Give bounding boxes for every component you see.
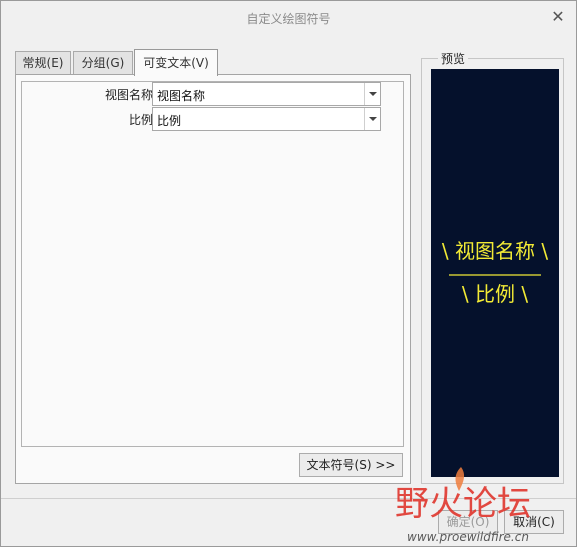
custom-drawing-symbol-dialog: 自定义绘图符号 ✕ 常规(E) 分组(G) 可变文本(V) 视图名称 视图名称 … bbox=[0, 0, 577, 547]
scale-combobox[interactable]: 比例 bbox=[152, 107, 381, 131]
preview-label: 预览 bbox=[438, 50, 469, 67]
preview-line-scale: \ 比例 \ bbox=[462, 282, 528, 306]
cancel-button[interactable]: 取消(C) bbox=[504, 510, 564, 534]
view-name-combobox[interactable]: 视图名称 bbox=[152, 82, 381, 106]
preview-symbol: \ 视图名称 \ \ 比例 \ bbox=[442, 239, 548, 306]
view-name-value: 视图名称 bbox=[157, 89, 206, 103]
ok-button[interactable]: 确定(O) bbox=[438, 510, 498, 534]
variable-row-scale: 比例 比例 bbox=[22, 107, 405, 131]
text-symbol-button[interactable]: 文本符号(S) >> bbox=[299, 453, 403, 477]
tab-grouping[interactable]: 分组(G) bbox=[73, 51, 133, 75]
close-icon[interactable]: ✕ bbox=[550, 9, 566, 25]
variable-text-panel: 视图名称 视图名称 比例 比例 文本符号(S) >> bbox=[15, 74, 411, 484]
footer-separator bbox=[1, 498, 576, 499]
preview-group: 预览 \ 视图名称 \ \ 比例 \ bbox=[421, 50, 564, 484]
chevron-down-icon[interactable] bbox=[364, 108, 380, 130]
variable-row-view-name: 视图名称 视图名称 bbox=[22, 82, 405, 106]
preview-line-view-name: \ 视图名称 \ bbox=[442, 239, 548, 263]
variable-label-view-name: 视图名称 bbox=[104, 88, 153, 102]
variable-label-scale: 比例 bbox=[128, 113, 153, 127]
dialog-title: 自定义绘图符号 bbox=[246, 12, 331, 26]
preview-canvas: \ 视图名称 \ \ 比例 \ bbox=[431, 69, 559, 477]
chevron-down-icon[interactable] bbox=[364, 83, 380, 105]
tab-general[interactable]: 常规(E) bbox=[15, 51, 71, 75]
tab-variable-text[interactable]: 可变文本(V) bbox=[134, 49, 218, 76]
scale-value: 比例 bbox=[157, 114, 182, 128]
title-bar: 自定义绘图符号 ✕ bbox=[1, 1, 576, 35]
variable-text-list: 视图名称 视图名称 比例 比例 bbox=[21, 81, 404, 447]
